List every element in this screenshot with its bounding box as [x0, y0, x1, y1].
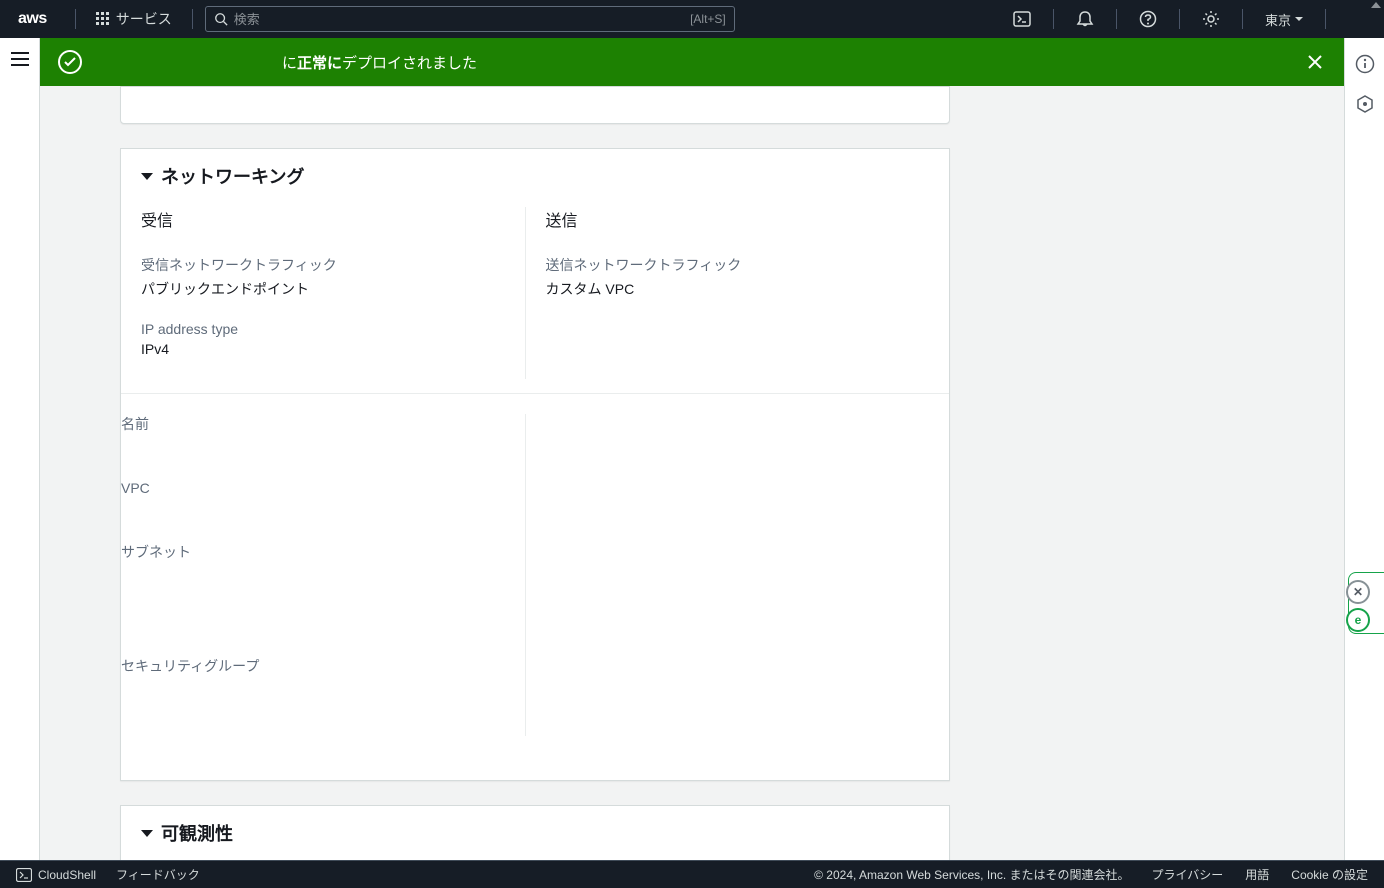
widget-close-icon[interactable]: ✕ [1346, 580, 1370, 604]
panel-header[interactable]: 可観測性 [121, 806, 949, 860]
feedback-link[interactable]: フィードバック [116, 866, 200, 883]
copyright-text: © 2024, Amazon Web Services, Inc. またはその関… [814, 866, 1129, 883]
hexagon-icon[interactable] [1355, 94, 1375, 114]
info-icon[interactable] [1355, 54, 1375, 74]
panel-header[interactable]: ネットワーキング [121, 149, 949, 203]
banner-message: に正常にデプロイされました [282, 52, 477, 73]
search-icon [214, 12, 228, 26]
divider [1242, 9, 1243, 29]
divider [75, 9, 76, 29]
search-input[interactable] [228, 12, 690, 27]
vpc-value [121, 500, 525, 516]
region-selector[interactable]: 東京 [1251, 0, 1317, 38]
menu-toggle-icon[interactable] [11, 52, 29, 66]
outbound-heading: 送信 [546, 207, 930, 231]
aws-logo[interactable]: aws [18, 10, 47, 28]
name-value [121, 438, 525, 454]
inbound-traffic-label: 受信ネットワークトラフィック [141, 255, 525, 275]
top-nav: aws サービス [Alt+S] 東京 [0, 0, 1384, 38]
collapse-caret-icon[interactable] [141, 830, 153, 837]
divider [1053, 9, 1054, 29]
panel-title: 可観測性 [161, 820, 233, 846]
help-icon[interactable] [1125, 0, 1171, 38]
observability-panel: 可観測性 [120, 805, 950, 860]
success-check-icon [58, 50, 82, 74]
divider [192, 9, 193, 29]
cloudshell-label: CloudShell [38, 868, 96, 882]
cloudshell-button[interactable]: CloudShell [16, 868, 96, 882]
vpc-label: VPC [121, 480, 525, 496]
sg-value [121, 680, 525, 696]
privacy-link[interactable]: プライバシー [1152, 866, 1224, 883]
services-label: サービス [116, 9, 172, 29]
search-shortcut-hint: [Alt+S] [690, 12, 726, 26]
ip-type-value: IPv4 [141, 341, 525, 357]
floating-widget[interactable]: ✕ e [1346, 580, 1370, 632]
panel-title: ネットワーキング [161, 163, 304, 189]
collapsed-panel-stub [120, 86, 950, 124]
footer: CloudShell フィードバック © 2024, Amazon Web Se… [0, 860, 1384, 888]
settings-icon[interactable] [1188, 0, 1234, 38]
cloudshell-icon[interactable] [999, 0, 1045, 38]
success-banner: に正常にデプロイされました [40, 38, 1344, 86]
inbound-heading: 受信 [141, 207, 525, 231]
close-banner-button[interactable] [1304, 51, 1326, 73]
widget-expand-icon[interactable]: e [1346, 608, 1370, 632]
ip-type-label: IP address type [141, 321, 525, 337]
collapse-caret-icon[interactable] [141, 173, 153, 180]
terms-link[interactable]: 用語 [1245, 866, 1269, 883]
name-label: 名前 [121, 414, 525, 434]
sg-label: セキュリティグループ [121, 656, 525, 676]
chevron-down-icon [1295, 17, 1303, 21]
region-label: 東京 [1265, 10, 1291, 29]
subnet-value [121, 566, 525, 630]
inbound-traffic-value: パブリックエンドポイント [141, 279, 525, 299]
divider [1325, 9, 1326, 29]
left-rail [0, 38, 40, 860]
divider [1179, 9, 1180, 29]
cookies-link[interactable]: Cookie の設定 [1291, 866, 1368, 883]
notifications-icon[interactable] [1062, 0, 1108, 38]
outbound-traffic-value: カスタム VPC [546, 279, 930, 299]
topnav-actions: 東京 [999, 0, 1384, 38]
grid-icon [96, 12, 110, 26]
services-menu[interactable]: サービス [84, 0, 184, 38]
search-box[interactable]: [Alt+S] [205, 6, 735, 32]
right-rail [1344, 38, 1384, 860]
divider [1116, 9, 1117, 29]
subnet-label: サブネット [121, 542, 525, 562]
networking-panel: ネットワーキング 受信 受信ネットワークトラフィック パブリックエンドポイント … [120, 148, 950, 781]
main-content: に正常にデプロイされました ネットワーキング 受信 [40, 38, 1344, 860]
scroll-up-indicator[interactable] [1367, 0, 1384, 10]
outbound-traffic-label: 送信ネットワークトラフィック [546, 255, 930, 275]
